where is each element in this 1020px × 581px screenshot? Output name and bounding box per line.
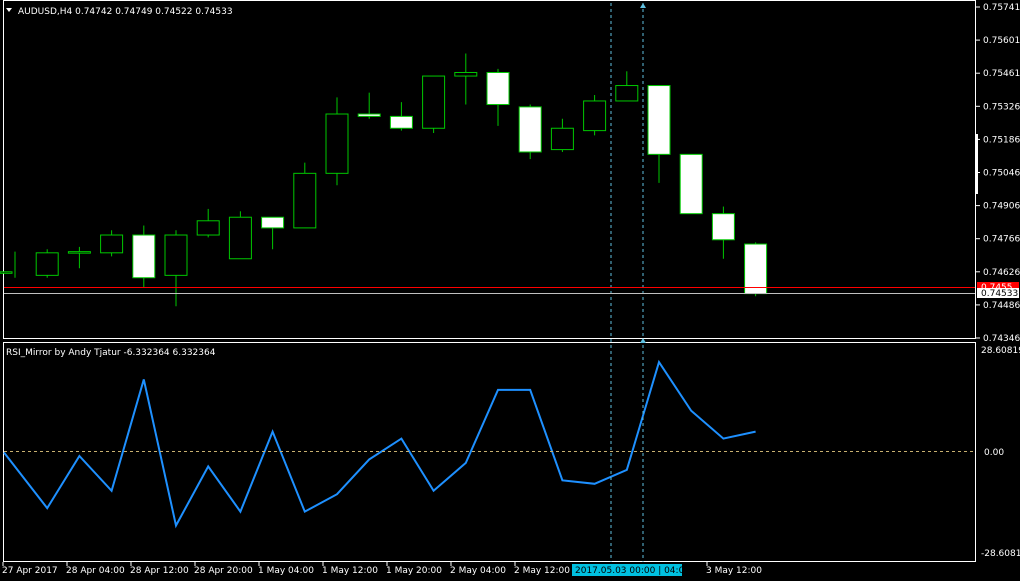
price-scale-label: 0.75461	[983, 69, 1020, 79]
price-scale-label: 0.74346	[983, 334, 1020, 344]
candle-body-bull	[228, 216, 252, 260]
candle[interactable]	[422, 75, 446, 133]
candle[interactable]	[711, 206, 735, 259]
rsi-scale-zero: 0.00	[984, 448, 1004, 458]
candle-body-bear	[486, 71, 510, 106]
candle-body-bear	[711, 213, 735, 241]
triangle-down-icon[interactable]	[6, 8, 12, 12]
candle[interactable]	[454, 53, 478, 105]
candles-layer	[0, 53, 768, 307]
time-label: 27 Apr 2017	[2, 566, 58, 576]
price-scale-label: 0.74766	[983, 235, 1020, 245]
chart-title: AUDUSD,H4 0.74742 0.74749 0.74522 0.7453…	[18, 7, 233, 17]
price-scale-label: 0.75046	[983, 169, 1020, 179]
price-scale-label: 0.75326	[983, 102, 1020, 112]
rsi-scale-top: 28.60819	[981, 346, 1020, 356]
candle-body-bull	[325, 113, 349, 174]
candle-body-bear	[647, 85, 671, 155]
candle[interactable]	[293, 162, 317, 229]
candle-body-bear	[518, 106, 542, 153]
candle[interactable]	[0, 251, 16, 278]
candle[interactable]	[67, 246, 91, 269]
candle[interactable]	[647, 85, 671, 183]
price-scale-label: 0.75741	[983, 3, 1020, 13]
candle[interactable]	[518, 104, 542, 160]
candle-body-bull	[100, 234, 124, 254]
candle[interactable]	[583, 95, 607, 136]
candle-body-bear	[679, 153, 703, 215]
candle[interactable]	[744, 242, 768, 297]
candle[interactable]	[615, 71, 639, 102]
crosshair-top-marker-icon	[640, 3, 646, 8]
candle-body-bull	[164, 234, 188, 276]
price-scale-label: 0.75186	[983, 135, 1020, 145]
candle-body-bear	[744, 243, 768, 295]
candle[interactable]	[325, 97, 349, 186]
indicator-title: RSI_Mirror by Andy Tjatur -6.332364 6.33…	[6, 348, 216, 358]
candle-body-bull	[196, 220, 220, 236]
time-label: 1 May 20:00	[386, 566, 442, 576]
candle-body-bull	[550, 127, 574, 151]
candle[interactable]	[389, 102, 413, 131]
candle-body-bull	[35, 252, 59, 276]
candle-body-bear	[357, 113, 381, 117]
candle-body-bull	[67, 251, 91, 254]
candle[interactable]	[357, 92, 381, 119]
rsi-scale-bottom: -28.60819	[981, 549, 1020, 559]
scale-marker	[976, 134, 978, 194]
candle-body-bull	[422, 75, 446, 129]
candle-body-bear	[389, 115, 413, 129]
time-label: 28 Apr 20:00	[194, 566, 253, 576]
candle-body-bull	[293, 172, 317, 229]
trading-chart[interactable]: AUDUSD,H4 0.74742 0.74749 0.74522 0.7453…	[0, 0, 1020, 581]
candle-body-bull	[454, 71, 478, 77]
candle[interactable]	[35, 249, 59, 278]
price-scale-label: 0.74486	[983, 301, 1020, 311]
price-scale-label: 0.74626	[983, 268, 1020, 278]
candle-body-bear	[132, 234, 156, 279]
time-label: 28 Apr 12:00	[130, 566, 189, 576]
candle-body-bull	[583, 100, 607, 132]
time-label: 2 May 04:00	[450, 566, 506, 576]
candle-body-bear	[261, 216, 285, 229]
time-label: 2 May 12:00	[514, 566, 570, 576]
candle[interactable]	[100, 230, 124, 257]
time-label: 1 May 04:00	[258, 566, 314, 576]
time-label: 28 Apr 04:00	[66, 566, 125, 576]
time-label: 1 May 12:00	[322, 566, 378, 576]
candle[interactable]	[261, 216, 285, 250]
candle[interactable]	[679, 153, 703, 215]
candle[interactable]	[550, 118, 574, 152]
crosshair-time-label: 2017.05.03 00:00 | 04:00	[575, 566, 690, 576]
candle-body-bull	[0, 271, 13, 274]
candle[interactable]	[164, 230, 188, 307]
candle[interactable]	[132, 225, 156, 288]
price-scale-label: 0.74906	[983, 202, 1020, 212]
candle[interactable]	[228, 211, 252, 260]
bid-price-tag-label: 0.74533	[981, 289, 1018, 299]
candle[interactable]	[196, 208, 220, 238]
candle-body-bull	[615, 85, 639, 102]
candle[interactable]	[486, 68, 510, 126]
time-label: 3 May 12:00	[706, 566, 762, 576]
price-scale-label: 0.75601	[983, 36, 1020, 46]
